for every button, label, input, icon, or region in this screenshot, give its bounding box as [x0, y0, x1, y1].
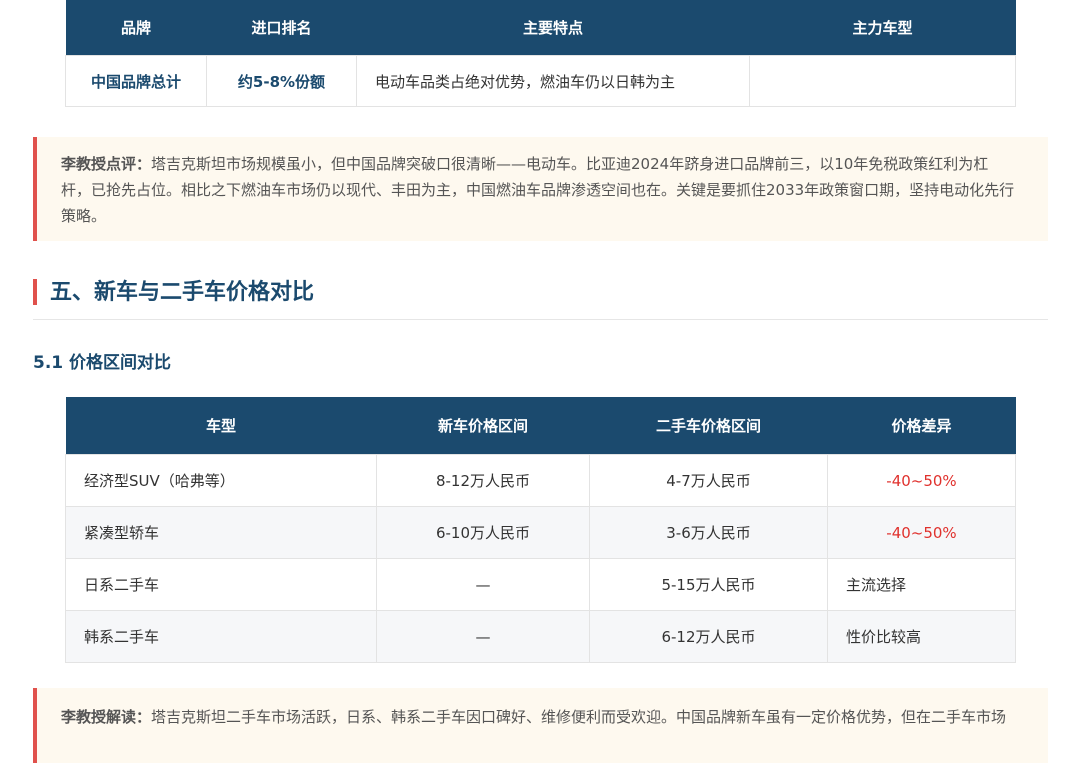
brand-cell: 中国品牌总计 [65, 55, 207, 107]
price-diff-col-header: 价格差异 [827, 397, 1016, 455]
price-diff-cell: -40~50% [827, 506, 1016, 559]
professor-analysis-note: 李教授解读：塔吉克斯坦二手车市场活跃，日系、韩系二手车因口碑好、维修便利而受欢迎… [33, 688, 1048, 763]
new-price-cell: 6-10万人民币 [376, 506, 590, 559]
new-price-cell: 8-12万人民币 [376, 454, 590, 507]
heading-accent-bar [33, 279, 37, 305]
note-text: 塔吉克斯坦市场规模虽小，但中国品牌突破口很清晰——电动车。比亚迪2024年跻身进… [61, 155, 1015, 225]
table-row: 韩系二手车 — 6-12万人民币 性价比较高 [65, 610, 1016, 663]
page: 品牌 进口排名 主要特点 主力车型 中国品牌总计 约5-8%份额 电动车品类占绝… [0, 0, 1080, 763]
model-col-header: 车型 [65, 397, 377, 455]
brand-col-header: 品牌 [65, 0, 207, 56]
price-diff-cell: -40~50% [827, 454, 1016, 507]
features-col-header: 主要特点 [356, 0, 750, 56]
table-row: 日系二手车 — 5-15万人民币 主流选择 [65, 558, 1016, 611]
models-col-header: 主力车型 [749, 0, 1016, 56]
new-price-cell: — [376, 610, 590, 663]
used-price-cell: 4-7万人民币 [589, 454, 828, 507]
price-diff-cell: 性价比较高 [827, 610, 1016, 663]
new-price-col-header: 新车价格区间 [376, 397, 590, 455]
table-row: 紧凑型轿车 6-10万人民币 3-6万人民币 -40~50% [65, 506, 1016, 559]
section-title: 五、新车与二手车价格对比 [50, 280, 315, 305]
table-row: 中国品牌总计 约5-8%份额 电动车品类占绝对优势，燃油车仍以日韩为主 [65, 55, 1016, 107]
rank-col-header: 进口排名 [206, 0, 357, 56]
model-cell: 经济型SUV（哈弗等） [65, 454, 377, 507]
note-lead: 李教授解读： [61, 708, 152, 726]
model-cell: 韩系二手车 [65, 610, 377, 663]
used-price-col-header: 二手车价格区间 [589, 397, 828, 455]
note-lead: 李教授点评： [61, 155, 152, 173]
brand-table: 品牌 进口排名 主要特点 主力车型 中国品牌总计 约5-8%份额 电动车品类占绝… [65, 0, 1016, 107]
subsection-title: 5.1 价格区间对比 [33, 353, 172, 373]
note-text: 塔吉克斯坦二手车市场活跃，日系、韩系二手车因口碑好、维修便利而受欢迎。中国品牌新… [151, 708, 1007, 726]
features-cell: 电动车品类占绝对优势，燃油车仍以日韩为主 [356, 55, 750, 107]
used-price-cell: 6-12万人民币 [589, 610, 828, 663]
brand-table-header-row: 品牌 进口排名 主要特点 主力车型 [65, 0, 1016, 56]
models-cell [749, 55, 1016, 107]
rank-cell: 约5-8%份额 [206, 55, 357, 107]
professor-comment-note: 李教授点评：塔吉克斯坦市场规模虽小，但中国品牌突破口很清晰——电动车。比亚迪20… [33, 137, 1048, 241]
price-table-header-row: 车型 新车价格区间 二手车价格区间 价格差异 [65, 397, 1016, 455]
used-price-cell: 5-15万人民币 [589, 558, 828, 611]
table-row: 经济型SUV（哈弗等） 8-12万人民币 4-7万人民币 -40~50% [65, 454, 1016, 507]
price-diff-cell: 主流选择 [827, 558, 1016, 611]
new-price-cell: — [376, 558, 590, 611]
model-cell: 日系二手车 [65, 558, 377, 611]
price-table: 车型 新车价格区间 二手车价格区间 价格差异 经济型SUV（哈弗等） 8-12万… [65, 397, 1016, 663]
section-heading: 五、新车与二手车价格对比 [33, 276, 1048, 320]
model-cell: 紧凑型轿车 [65, 506, 377, 559]
used-price-cell: 3-6万人民币 [589, 506, 828, 559]
